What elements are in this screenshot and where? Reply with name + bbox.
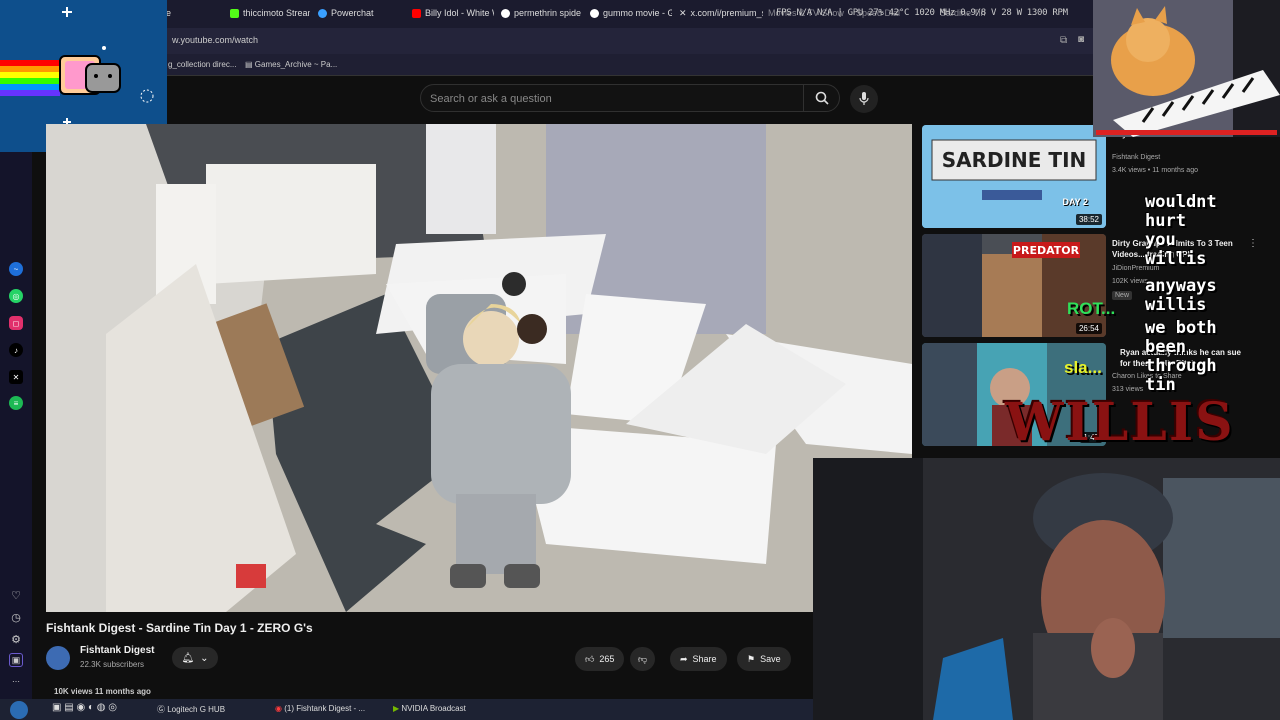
channel-name[interactable]: Fishtank Digest <box>80 645 154 656</box>
share-icon: ➦ <box>680 653 688 664</box>
wallet-icon[interactable]: ▣ <box>9 653 23 667</box>
video-duration: 26:54 <box>1075 323 1102 334</box>
chat-word: wouldnt <box>1145 192 1217 212</box>
thumbnail-art: SARDINE TIN <box>922 125 1106 228</box>
more-icon[interactable]: ⋯ <box>9 674 23 688</box>
keyboard-cat-image <box>1093 0 1280 137</box>
search-button[interactable] <box>803 85 839 111</box>
external-link-icon[interactable]: ⧉ <box>1060 35 1067 46</box>
x-icon: ✕ <box>679 7 687 18</box>
spotify-icon[interactable]: ≡ <box>9 396 23 410</box>
streamer-webcam-image <box>813 458 1280 720</box>
chat-word: you <box>1145 230 1176 250</box>
chat-word: tin <box>1145 375 1176 395</box>
overlay-word: sla... <box>1064 358 1102 377</box>
video-thumbnail: PREDATOR 26:54 <box>922 234 1106 337</box>
chat-word: been <box>1145 337 1186 357</box>
chat-word: anyways <box>1145 276 1217 296</box>
thumbnail-art: PREDATOR <box>922 234 1106 337</box>
subscriber-count: 22.3K subscribers <box>80 660 145 669</box>
notifications-button[interactable]: 🔔︎ ⌄ <box>172 647 218 669</box>
bookmark-icon: ⚑ <box>747 653 756 664</box>
video-duration: 38:52 <box>1075 214 1102 225</box>
powerchat-icon <box>318 8 327 18</box>
whatsapp-icon[interactable]: ◎ <box>9 289 23 303</box>
tab[interactable]: thiccimoto Stream <box>230 4 310 22</box>
chat-word: hurt <box>1145 211 1186 231</box>
related-meta: 3.4K views • 11 months ago <box>1112 167 1198 174</box>
thumbs-down-icon: 👎︎ <box>638 653 648 664</box>
settings-icon[interactable]: ⚙ <box>9 632 23 646</box>
video-thumbnail: SARDINE TIN DAY 2 38:52 <box>922 125 1106 228</box>
related-meta: 102K views <box>1112 278 1148 285</box>
channel-avatar[interactable] <box>46 646 70 670</box>
thumbs-up-icon: 👍︎ <box>585 653 595 664</box>
windows-taskbar: ▣ ▤ ◉ ◐ ◍ ◎ Ⓖ Logitech G HUB ◉ (1) Fisht… <box>0 699 813 720</box>
video-frame-image <box>46 124 912 612</box>
new-badge: New <box>1112 291 1133 300</box>
browser-sidebar: ~ ◎ ◻ ♪ ✕ ≡ ♡ ◷ ⚙ ▣ ⋯ <box>0 152 32 700</box>
like-button[interactable]: 👍︎ 265 <box>575 647 625 671</box>
heart-icon[interactable]: ♡ <box>9 588 23 602</box>
hardware-stats-overlay: FPS N/A N/A | GPU 27% 42°C 1020 MHz 0.9/… <box>776 8 1068 18</box>
browser-tab-bar: e thiccimoto Stream Powerchat Billy Idol… <box>0 0 1280 28</box>
kick-icon <box>230 8 239 18</box>
taskbar-item[interactable]: ▶ NVIDIA Broadcast <box>393 704 466 713</box>
video-player[interactable] <box>46 124 912 612</box>
url-text: w.youtube.com/watch <box>172 35 259 45</box>
related-channel: Fishtank Digest <box>1112 154 1161 161</box>
bookmark[interactable]: ▤ Games_Archive ~ Pa... <box>245 60 337 69</box>
tab[interactable]: Billy Idol - White W <box>412 4 494 22</box>
chat-word: through <box>1145 356 1217 376</box>
dislike-button[interactable]: 👎︎ <box>630 647 656 671</box>
tab[interactable]: ✕ x.com/i/premium_s <box>679 4 763 22</box>
voice-search-button[interactable] <box>850 85 878 113</box>
save-button[interactable]: ⚑ Save <box>737 647 791 671</box>
google-icon <box>501 8 510 18</box>
day-badge: DAY 2 <box>1062 197 1088 207</box>
youtube-icon <box>412 8 421 18</box>
search-placeholder: Search or ask a question <box>430 93 552 105</box>
tab[interactable]: permethrin spider <box>501 4 581 22</box>
camera-icon[interactable]: ◙ <box>1078 34 1084 45</box>
video-title: Fishtank Digest - Sardine Tin Day 1 - ZE… <box>46 621 313 635</box>
keyboard-cat-overlay <box>1093 0 1280 137</box>
google-icon <box>590 8 599 18</box>
tab[interactable]: e <box>166 4 206 22</box>
chat-word: willis <box>1145 249 1207 269</box>
thumbnail-text: PREDATOR <box>1013 244 1080 257</box>
tab[interactable]: gummo movie - G <box>590 4 672 22</box>
chevron-down-icon: ⌄ <box>200 652 209 664</box>
chat-word: willis <box>1145 295 1207 315</box>
bookmark[interactable]: g_collection direc... <box>168 60 236 69</box>
search-icon <box>815 91 829 105</box>
start-button[interactable] <box>10 701 28 719</box>
instagram-icon[interactable]: ◻ <box>9 316 23 330</box>
view-count: 10K views 11 months ago <box>54 687 151 696</box>
chat-overlay: wouldnt hurt you willis anyways willis w… <box>1145 193 1280 395</box>
webcam-overlay <box>813 458 1280 720</box>
x-icon[interactable]: ✕ <box>9 370 23 384</box>
willis-overlay-text: WILLIS <box>1005 392 1235 453</box>
search-input[interactable]: Search or ask a question <box>420 84 840 112</box>
tiktok-icon[interactable]: ♪ <box>9 343 23 357</box>
share-button[interactable]: ➦ Share <box>670 647 727 671</box>
history-icon[interactable]: ◷ <box>9 610 23 624</box>
page-icon: ▤ <box>245 60 255 69</box>
logitech-icon: Ⓖ <box>157 705 168 714</box>
thumbnail-text: SARDINE TIN <box>942 148 1087 172</box>
taskbar-item[interactable]: ◉ (1) Fishtank Digest - ... <box>275 704 365 713</box>
taskbar-item[interactable]: Ⓖ Logitech G HUB <box>157 704 225 715</box>
overlay-word: ROT... <box>1067 299 1116 318</box>
pinned-apps-icons[interactable]: ▣ ▤ ◉ ◐ ◍ ◎ <box>52 702 117 713</box>
browser-icon: ◉ <box>275 704 285 713</box>
messenger-icon[interactable]: ~ <box>9 262 23 276</box>
microphone-icon <box>859 92 869 105</box>
tab[interactable]: Powerchat <box>318 4 398 22</box>
bell-icon: 🔔︎ <box>181 652 195 664</box>
chat-word: we both <box>1145 318 1217 338</box>
